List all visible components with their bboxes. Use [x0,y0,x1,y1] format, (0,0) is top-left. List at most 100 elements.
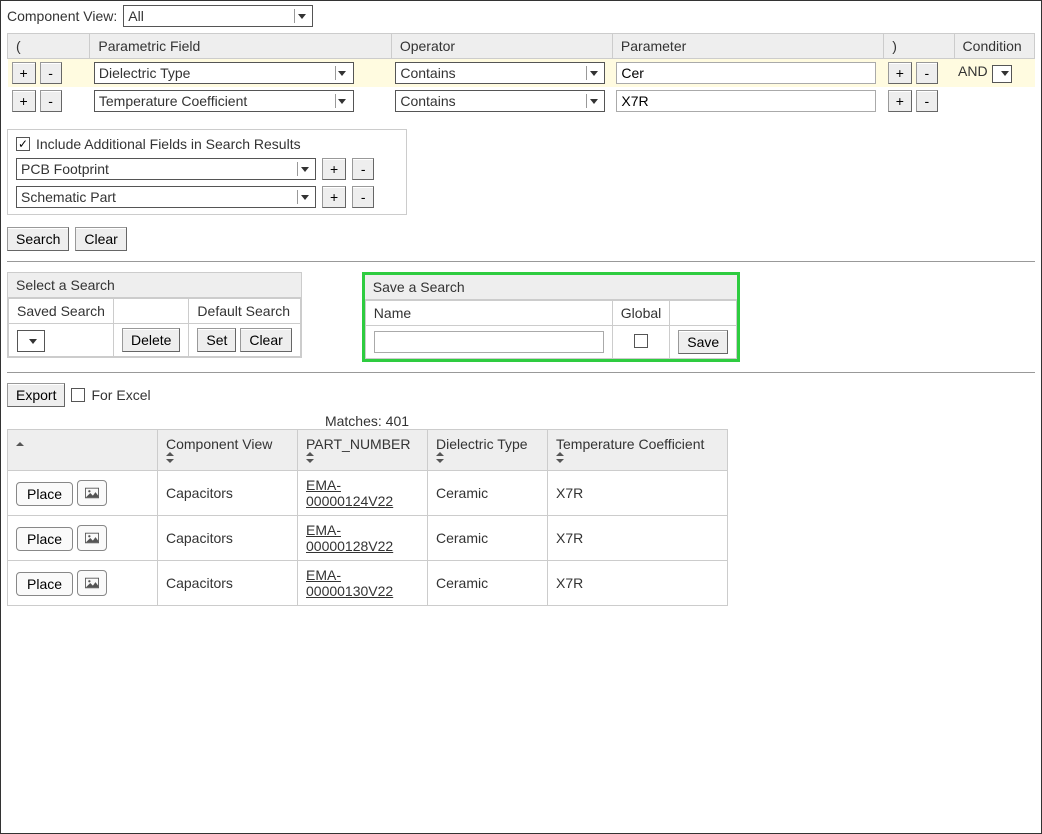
cell-temp-coeff: X7R [548,471,728,516]
additional-field-select[interactable]: Schematic Part [16,186,316,208]
saved-search-select[interactable] [17,330,45,352]
save-search-table: Name Global Save [365,300,737,359]
preview-image-button[interactable] [77,570,107,596]
results-row: Place Capacitors EMA-00000128V22 Ceramic… [8,516,728,561]
additional-field-remove-button[interactable]: - [352,158,374,180]
parameter-input[interactable] [616,90,876,112]
results-header-part-number[interactable]: PART_NUMBER [298,430,428,471]
results-header-component-view[interactable]: Component View [158,430,298,471]
export-row: Export For Excel [7,383,1035,407]
header-close-paren: ) [884,34,954,59]
image-icon [85,577,99,589]
open-paren-remove-button[interactable]: - [40,62,62,84]
chevron-down-icon [297,190,311,204]
parameter-input[interactable] [616,62,876,84]
close-paren-remove-button[interactable]: - [916,90,938,112]
preview-image-button[interactable] [77,480,107,506]
cell-temp-coeff: X7R [548,561,728,606]
open-paren-add-button[interactable]: + [12,90,36,112]
export-button[interactable]: Export [7,383,65,407]
additional-field-add-button[interactable]: + [322,186,346,208]
sort-icon [306,454,316,464]
cell-component-view: Capacitors [158,471,298,516]
sort-icon [166,454,176,464]
set-button[interactable]: Set [197,328,236,352]
clear-button[interactable]: Clear [75,227,126,251]
operator-select[interactable]: Contains [395,62,605,84]
results-header-actions[interactable] [8,430,158,471]
chevron-down-icon [297,162,311,176]
additional-fields-box: Include Additional Fields in Search Resu… [7,129,407,215]
image-icon [85,487,99,499]
results-row: Place Capacitors EMA-00000130V22 Ceramic… [8,561,728,606]
condition-select[interactable] [992,65,1012,83]
additional-field-remove-button[interactable]: - [352,186,374,208]
cell-component-view: Capacitors [158,516,298,561]
part-number-link[interactable]: EMA-00000130V22 [306,567,393,599]
open-paren-add-button[interactable]: + [12,62,36,84]
image-icon [85,532,99,544]
select-search-table: Saved Search Default Search Delete Set [8,298,301,357]
cell-dielectric-type: Ceramic [428,516,548,561]
component-view-select[interactable]: All [123,5,313,27]
place-button[interactable]: Place [16,527,73,551]
component-view-label: Component View: [7,8,117,24]
saved-search-label: Saved Search [9,299,114,324]
operator-value: Contains [400,93,455,109]
matches-label: Matches: 401 [7,413,727,429]
additional-field-add-button[interactable]: + [322,158,346,180]
close-paren-add-button[interactable]: + [888,62,912,84]
header-operator: Operator [391,34,612,59]
open-paren-remove-button[interactable]: - [40,90,62,112]
saved-search-spacer [113,299,188,324]
search-clear-row: Search Clear [7,227,1035,251]
additional-field-select[interactable]: PCB Footprint [16,158,316,180]
include-additional-checkbox[interactable] [16,137,30,151]
cell-dielectric-type: Ceramic [428,471,548,516]
results-table: Component View PART_NUMBER Dielectric Ty… [7,429,728,606]
results-header-dielectric-type[interactable]: Dielectric Type [428,430,548,471]
part-number-link[interactable]: EMA-00000124V22 [306,477,393,509]
default-clear-button[interactable]: Clear [240,328,291,352]
include-additional-row: Include Additional Fields in Search Resu… [16,136,398,152]
default-search-label: Default Search [189,299,300,324]
param-field-select[interactable]: Dielectric Type [94,62,354,84]
for-excel-checkbox[interactable] [71,388,85,402]
close-paren-remove-button[interactable]: - [916,62,938,84]
place-button[interactable]: Place [16,572,73,596]
place-button[interactable]: Place [16,482,73,506]
sort-icon [436,454,446,464]
chevron-down-icon [335,66,349,80]
part-number-link[interactable]: EMA-00000128V22 [306,522,393,554]
save-button[interactable]: Save [678,330,728,354]
search-button[interactable]: Search [7,227,69,251]
save-search-panel: Save a Search Name Global Save [362,272,740,362]
divider-1 [7,261,1035,262]
save-global-checkbox[interactable] [634,334,648,348]
param-field-value: Temperature Coefficient [99,93,247,109]
additional-field-row: Schematic Part + - [16,186,398,208]
chevron-down-icon [586,66,600,80]
results-header-row: Component View PART_NUMBER Dielectric Ty… [8,430,728,471]
condition-value: AND [958,63,988,79]
save-name-input[interactable] [374,331,604,353]
operator-select[interactable]: Contains [395,90,605,112]
query-table: ( Parametric Field Operator Parameter ) … [7,33,1035,115]
app-root: Component View: All ( Parametric Field O… [0,0,1042,834]
search-panels: Select a Search Saved Search Default Sea… [7,272,1035,362]
results-header-temp-coeff[interactable]: Temperature Coefficient [548,430,728,471]
header-parameter: Parameter [612,34,883,59]
save-global-label: Global [612,301,669,326]
header-condition: Condition [954,34,1034,59]
component-view-value: All [128,8,144,24]
divider-2 [7,372,1035,373]
preview-image-button[interactable] [77,525,107,551]
chevron-down-icon [294,9,308,23]
query-header-row: ( Parametric Field Operator Parameter ) … [8,34,1035,59]
param-field-select[interactable]: Temperature Coefficient [94,90,354,112]
delete-button[interactable]: Delete [122,328,180,352]
save-name-label: Name [365,301,612,326]
close-paren-add-button[interactable]: + [888,90,912,112]
chevron-down-icon [1001,67,1009,81]
header-param-field: Parametric Field [90,34,391,59]
